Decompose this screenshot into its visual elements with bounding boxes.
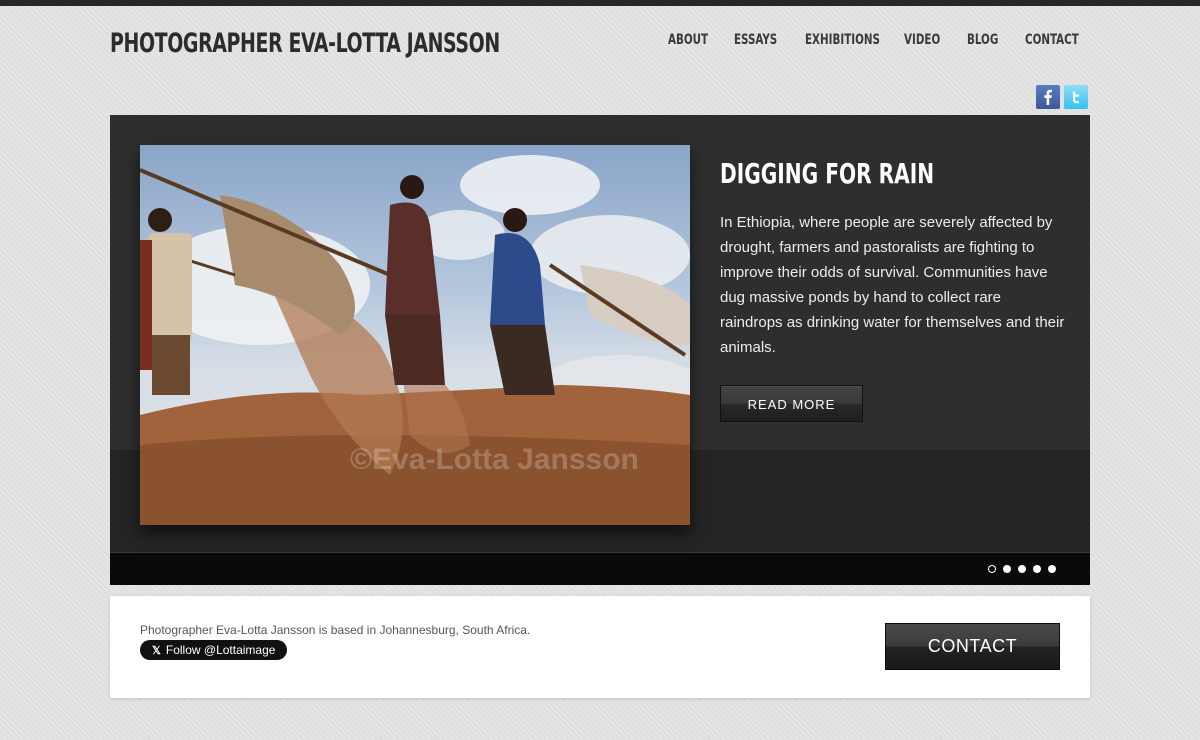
x-logo-icon: 𝕏	[152, 645, 161, 657]
slider-dot-4[interactable]	[1033, 565, 1041, 573]
nav-blog[interactable]: BLOG	[967, 32, 998, 48]
facebook-icon[interactable]	[1036, 85, 1060, 109]
nav-video[interactable]: VIDEO	[904, 32, 940, 48]
slider-dot-2[interactable]	[1003, 565, 1011, 573]
twitter-icon[interactable]	[1064, 85, 1088, 109]
contact-button[interactable]: CONTACT	[885, 623, 1060, 670]
read-more-button[interactable]: READ MORE	[720, 385, 863, 422]
slider-dot-1[interactable]	[988, 565, 996, 573]
slide-description: In Ethiopia, where people are severely a…	[720, 214, 1065, 356]
slider-dot-3[interactable]	[1018, 565, 1026, 573]
footer-info-box: Photographer Eva-Lotta Jansson is based …	[110, 596, 1090, 698]
main-nav: ABOUT ESSAYS EXHIBITIONS VIDEO BLOG CONT…	[0, 32, 1200, 52]
nav-contact[interactable]: CONTACT	[1025, 32, 1079, 48]
nav-exhibitions[interactable]: EXHIBITIONS	[805, 32, 880, 48]
nav-essays[interactable]: ESSAYS	[734, 32, 777, 48]
photo-watermark: ©Eva-Lotta Jansson	[350, 443, 639, 476]
featured-slider: ©Eva-Lotta Jansson DIGGING FOR RAIN In E…	[110, 115, 1090, 585]
slider-dot-5[interactable]	[1048, 565, 1056, 573]
twitter-follow-button[interactable]: 𝕏 Follow @Lottaimage	[140, 640, 288, 660]
nav-about[interactable]: ABOUT	[668, 32, 708, 48]
slide-photo[interactable]: ©Eva-Lotta Jansson	[140, 145, 690, 525]
slider-pager-bar	[110, 552, 1090, 585]
slide-title[interactable]: DIGGING FOR RAIN	[720, 157, 934, 190]
top-bar	[0, 0, 1200, 6]
follow-label: Follow @Lottaimage	[165, 643, 276, 657]
about-text: Photographer Eva-Lotta Jansson is based …	[140, 623, 531, 637]
